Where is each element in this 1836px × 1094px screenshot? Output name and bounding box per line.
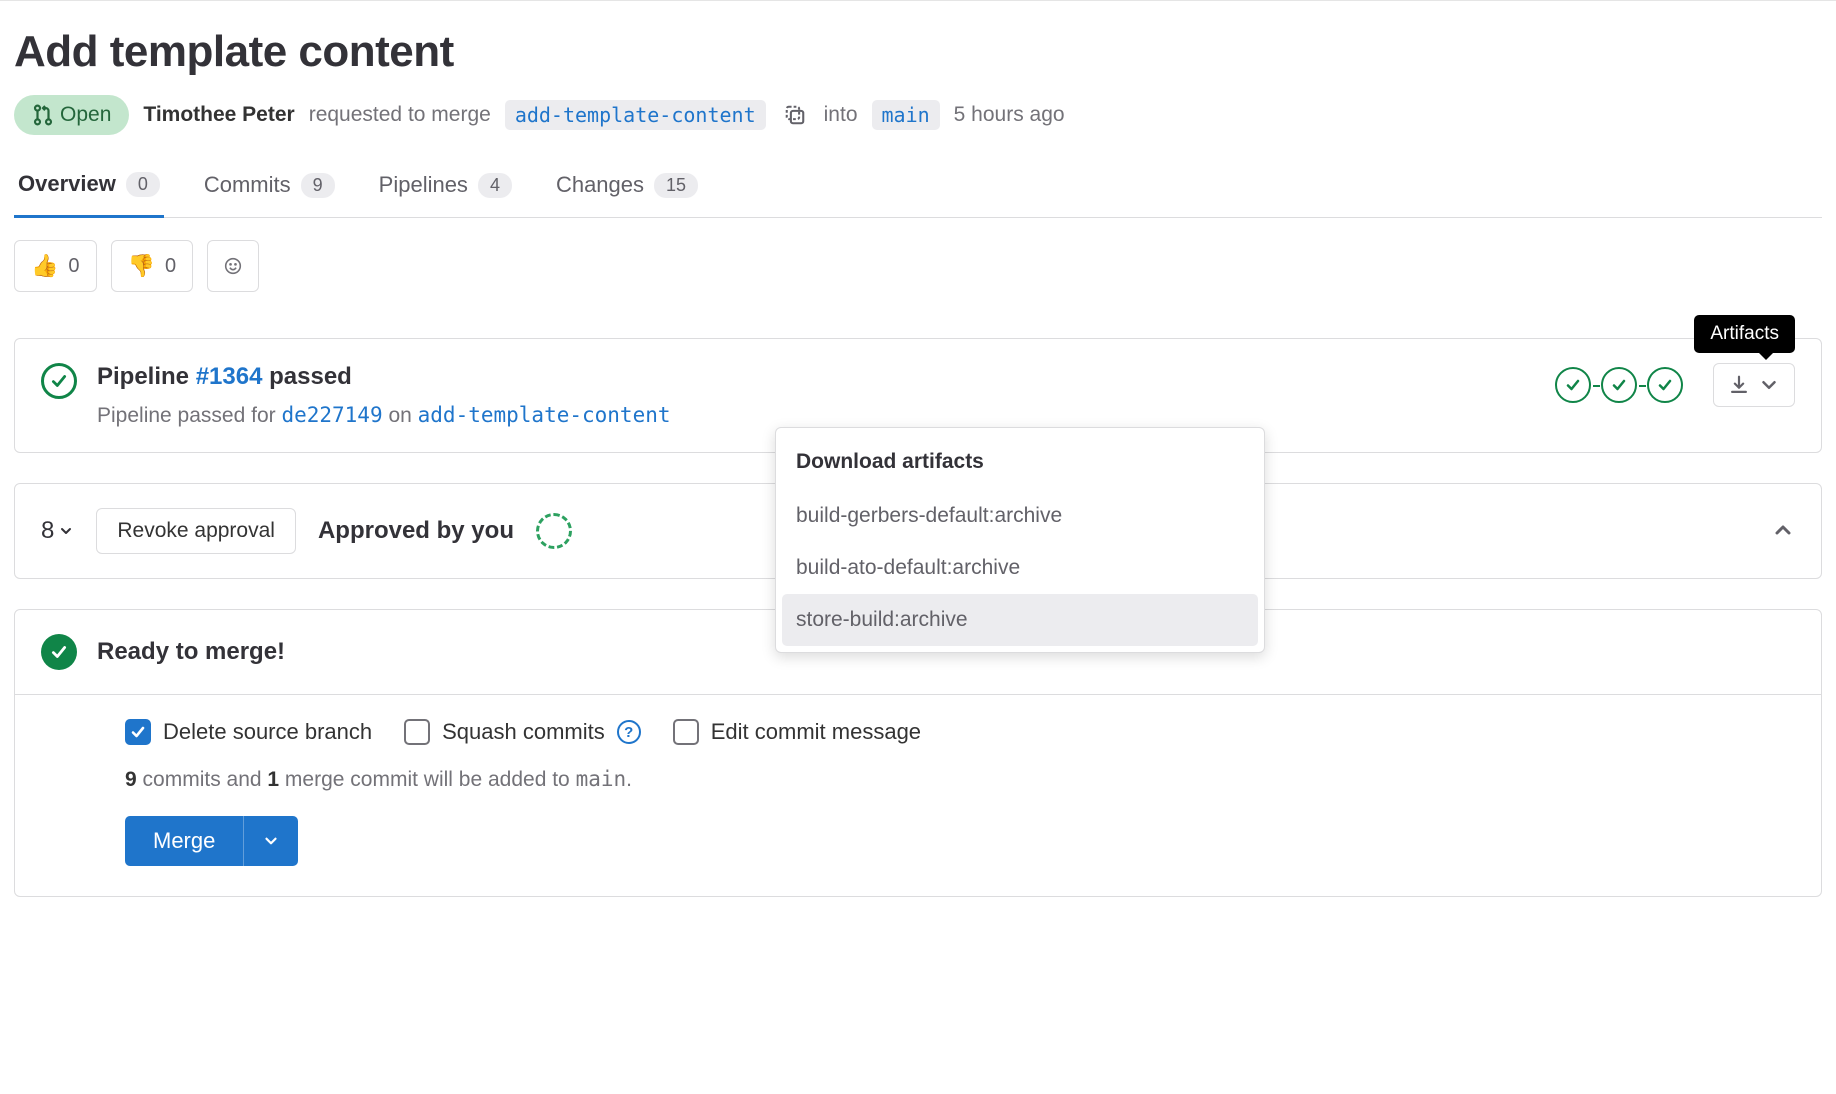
- pipeline-branch-link[interactable]: add-template-content: [418, 403, 671, 427]
- thumbs-down-count: 0: [165, 255, 176, 278]
- mr-time-ago: 5 hours ago: [954, 103, 1065, 127]
- squash-commits-label: Squash commits: [442, 719, 605, 745]
- check-icon: [1657, 377, 1673, 393]
- thumbs-down-icon: 👎: [128, 253, 155, 279]
- download-artifacts-button[interactable]: [1713, 363, 1795, 407]
- merge-button-group: Merge: [125, 816, 298, 866]
- mr-status-badge: Open: [14, 95, 129, 135]
- pipeline-status-icon: [41, 363, 77, 399]
- mr-meta-row: Open Timothee Peter requested to merge a…: [14, 95, 1822, 135]
- into-text: into: [824, 103, 858, 127]
- merge-request-icon: [32, 104, 54, 126]
- thumbs-up-count: 0: [68, 255, 79, 278]
- thumbs-up-button[interactable]: 👍 0: [14, 240, 97, 292]
- mr-status-label: Open: [60, 103, 111, 127]
- tab-overview[interactable]: Overview 0: [14, 171, 164, 218]
- merge-commit-count: 1: [267, 768, 279, 791]
- delete-source-branch-checkbox[interactable]: Delete source branch: [125, 719, 372, 745]
- pipeline-id-link[interactable]: #1364: [196, 363, 263, 390]
- checkbox-icon: [125, 719, 151, 745]
- tab-changes[interactable]: Changes 15: [552, 171, 702, 217]
- add-reaction-button[interactable]: [207, 240, 259, 292]
- mr-tabs: Overview 0 Commits 9 Pipelines 4 Changes…: [14, 171, 1822, 218]
- artifact-item[interactable]: build-ato-default:archive: [776, 542, 1264, 594]
- merge-note-text: commits and: [137, 768, 268, 791]
- artifacts-tooltip: Artifacts: [1694, 315, 1795, 353]
- edit-commit-message-checkbox[interactable]: Edit commit message: [673, 719, 921, 745]
- smiley-icon: [224, 255, 242, 277]
- check-icon: [130, 724, 146, 740]
- check-icon: [1565, 377, 1581, 393]
- artifact-item[interactable]: store-build:archive: [782, 594, 1258, 646]
- tab-label: Changes: [556, 172, 644, 198]
- approved-by-you-label: Approved by you: [318, 517, 514, 545]
- checkbox-icon: [404, 719, 430, 745]
- copy-icon: [784, 104, 806, 126]
- collapse-approval-button[interactable]: [1771, 518, 1795, 545]
- check-icon: [1611, 377, 1627, 393]
- source-branch-chip[interactable]: add-template-content: [505, 100, 766, 130]
- chevron-up-icon: [1771, 518, 1795, 542]
- requested-text: requested to merge: [309, 103, 491, 127]
- commit-sha-link[interactable]: de227149: [281, 403, 382, 427]
- chevron-down-icon: [1758, 374, 1780, 396]
- check-icon: [50, 643, 68, 661]
- ready-to-merge-icon: [41, 634, 77, 670]
- thumbs-up-icon: 👍: [31, 253, 58, 279]
- help-icon[interactable]: ?: [617, 720, 641, 744]
- pipeline-stage[interactable]: [1647, 367, 1683, 403]
- mr-author[interactable]: Timothee Peter: [143, 103, 294, 127]
- tab-label: Commits: [204, 172, 291, 198]
- target-branch-chip[interactable]: main: [872, 100, 940, 130]
- chevron-down-icon: [262, 832, 280, 850]
- mr-title: Add template content: [14, 27, 1822, 77]
- edit-commit-message-label: Edit commit message: [711, 719, 921, 745]
- pipeline-suffix: passed: [262, 363, 351, 390]
- tab-commits[interactable]: Commits 9: [200, 171, 339, 217]
- merge-note-text: .: [626, 768, 632, 791]
- pipeline-stage[interactable]: [1555, 367, 1591, 403]
- checkbox-icon: [673, 719, 699, 745]
- merge-note-text: merge commit will be added to: [279, 768, 575, 791]
- tab-count: 9: [301, 173, 335, 198]
- pipeline-stage[interactable]: [1601, 367, 1637, 403]
- commit-count: 9: [125, 768, 137, 791]
- tab-label: Overview: [18, 171, 116, 197]
- merge-target-branch: main: [576, 767, 627, 791]
- revoke-approval-button[interactable]: Revoke approval: [96, 508, 296, 554]
- copy-branch-button[interactable]: [780, 100, 810, 130]
- delete-source-branch-label: Delete source branch: [163, 719, 372, 745]
- thumbs-down-button[interactable]: 👎 0: [111, 240, 194, 292]
- pipeline-card: Pipeline #1364 passed Pipeline passed fo…: [14, 338, 1822, 453]
- merge-commit-note: 9 commits and 1 merge commit will be add…: [125, 767, 1795, 792]
- pipeline-stages: Artifacts: [1555, 363, 1795, 407]
- tab-label: Pipelines: [379, 172, 468, 198]
- approver-count-number: 8: [41, 517, 54, 545]
- tab-count: 0: [126, 172, 160, 197]
- tab-pipelines[interactable]: Pipelines 4: [375, 171, 516, 217]
- artifacts-dropdown-header: Download artifacts: [776, 434, 1264, 490]
- ready-to-merge-label: Ready to merge!: [97, 638, 285, 666]
- download-icon: [1728, 374, 1750, 396]
- approver-count[interactable]: 8: [41, 517, 74, 545]
- artifact-item[interactable]: build-gerbers-default:archive: [776, 490, 1264, 542]
- pipeline-sub-prefix: Pipeline passed for: [97, 404, 281, 427]
- merge-button[interactable]: Merge: [125, 816, 244, 866]
- approver-avatar[interactable]: [536, 513, 572, 549]
- pipeline-title: Pipeline #1364 passed: [97, 363, 1535, 391]
- chevron-down-icon: [58, 523, 74, 539]
- merge-dropdown-button[interactable]: [244, 816, 298, 866]
- pipeline-subtitle: Pipeline passed for de227149 on add-temp…: [97, 403, 1535, 428]
- pipeline-sub-mid: on: [383, 404, 418, 427]
- pipeline-prefix: Pipeline: [97, 363, 196, 390]
- squash-commits-checkbox[interactable]: Squash commits ?: [404, 719, 641, 745]
- tab-count: 15: [654, 173, 698, 198]
- check-icon: [50, 372, 68, 390]
- artifacts-dropdown: Download artifacts build-gerbers-default…: [775, 427, 1265, 653]
- reaction-row: 👍 0 👎 0: [14, 240, 1822, 292]
- tab-count: 4: [478, 173, 512, 198]
